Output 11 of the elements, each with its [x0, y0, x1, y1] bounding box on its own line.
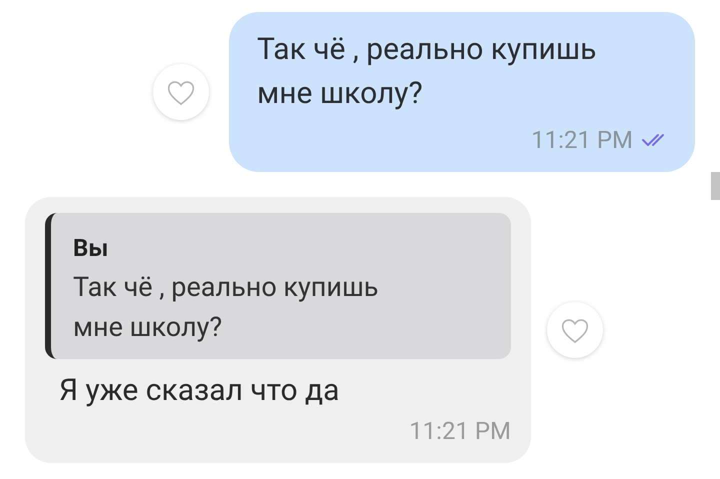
quote-author: Вы	[73, 233, 110, 263]
message-time: 11:21 PM	[531, 125, 633, 156]
message-text: Я уже сказал что да	[58, 372, 340, 410]
message-time: 11:21 PM	[409, 416, 511, 447]
message-text: Так чё , реально купишь мне школу?	[257, 31, 598, 113]
quote-text: Так чё , реально купишь мне школу?	[73, 270, 380, 345]
heart-icon	[560, 316, 590, 344]
like-button[interactable]	[547, 302, 603, 358]
heart-icon	[166, 78, 196, 106]
scroll-bar	[711, 172, 720, 200]
like-button[interactable]	[153, 64, 209, 120]
